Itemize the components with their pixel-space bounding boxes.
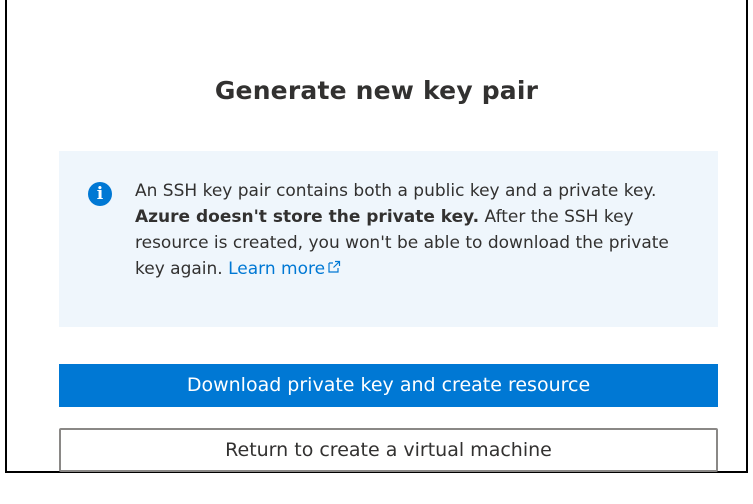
- info-icon: i: [88, 182, 112, 206]
- info-text-part1: An SSH key pair contains both a public k…: [135, 181, 657, 201]
- learn-more-label: Learn more: [228, 259, 326, 279]
- download-private-key-button[interactable]: Download private key and create resource: [59, 364, 718, 407]
- learn-more-link[interactable]: Learn more: [228, 259, 341, 279]
- info-message-bar: i An SSH key pair contains both a public…: [59, 151, 718, 327]
- generate-key-pair-dialog: Generate new key pair i An SSH key pair …: [5, 0, 748, 473]
- external-link-icon: [327, 256, 341, 282]
- info-message-text: An SSH key pair contains both a public k…: [135, 178, 695, 282]
- dialog-title: Generate new key pair: [214, 76, 539, 105]
- return-to-create-vm-button[interactable]: Return to create a virtual machine: [59, 428, 718, 472]
- info-text-bold: Azure doesn't store the private key.: [135, 207, 480, 227]
